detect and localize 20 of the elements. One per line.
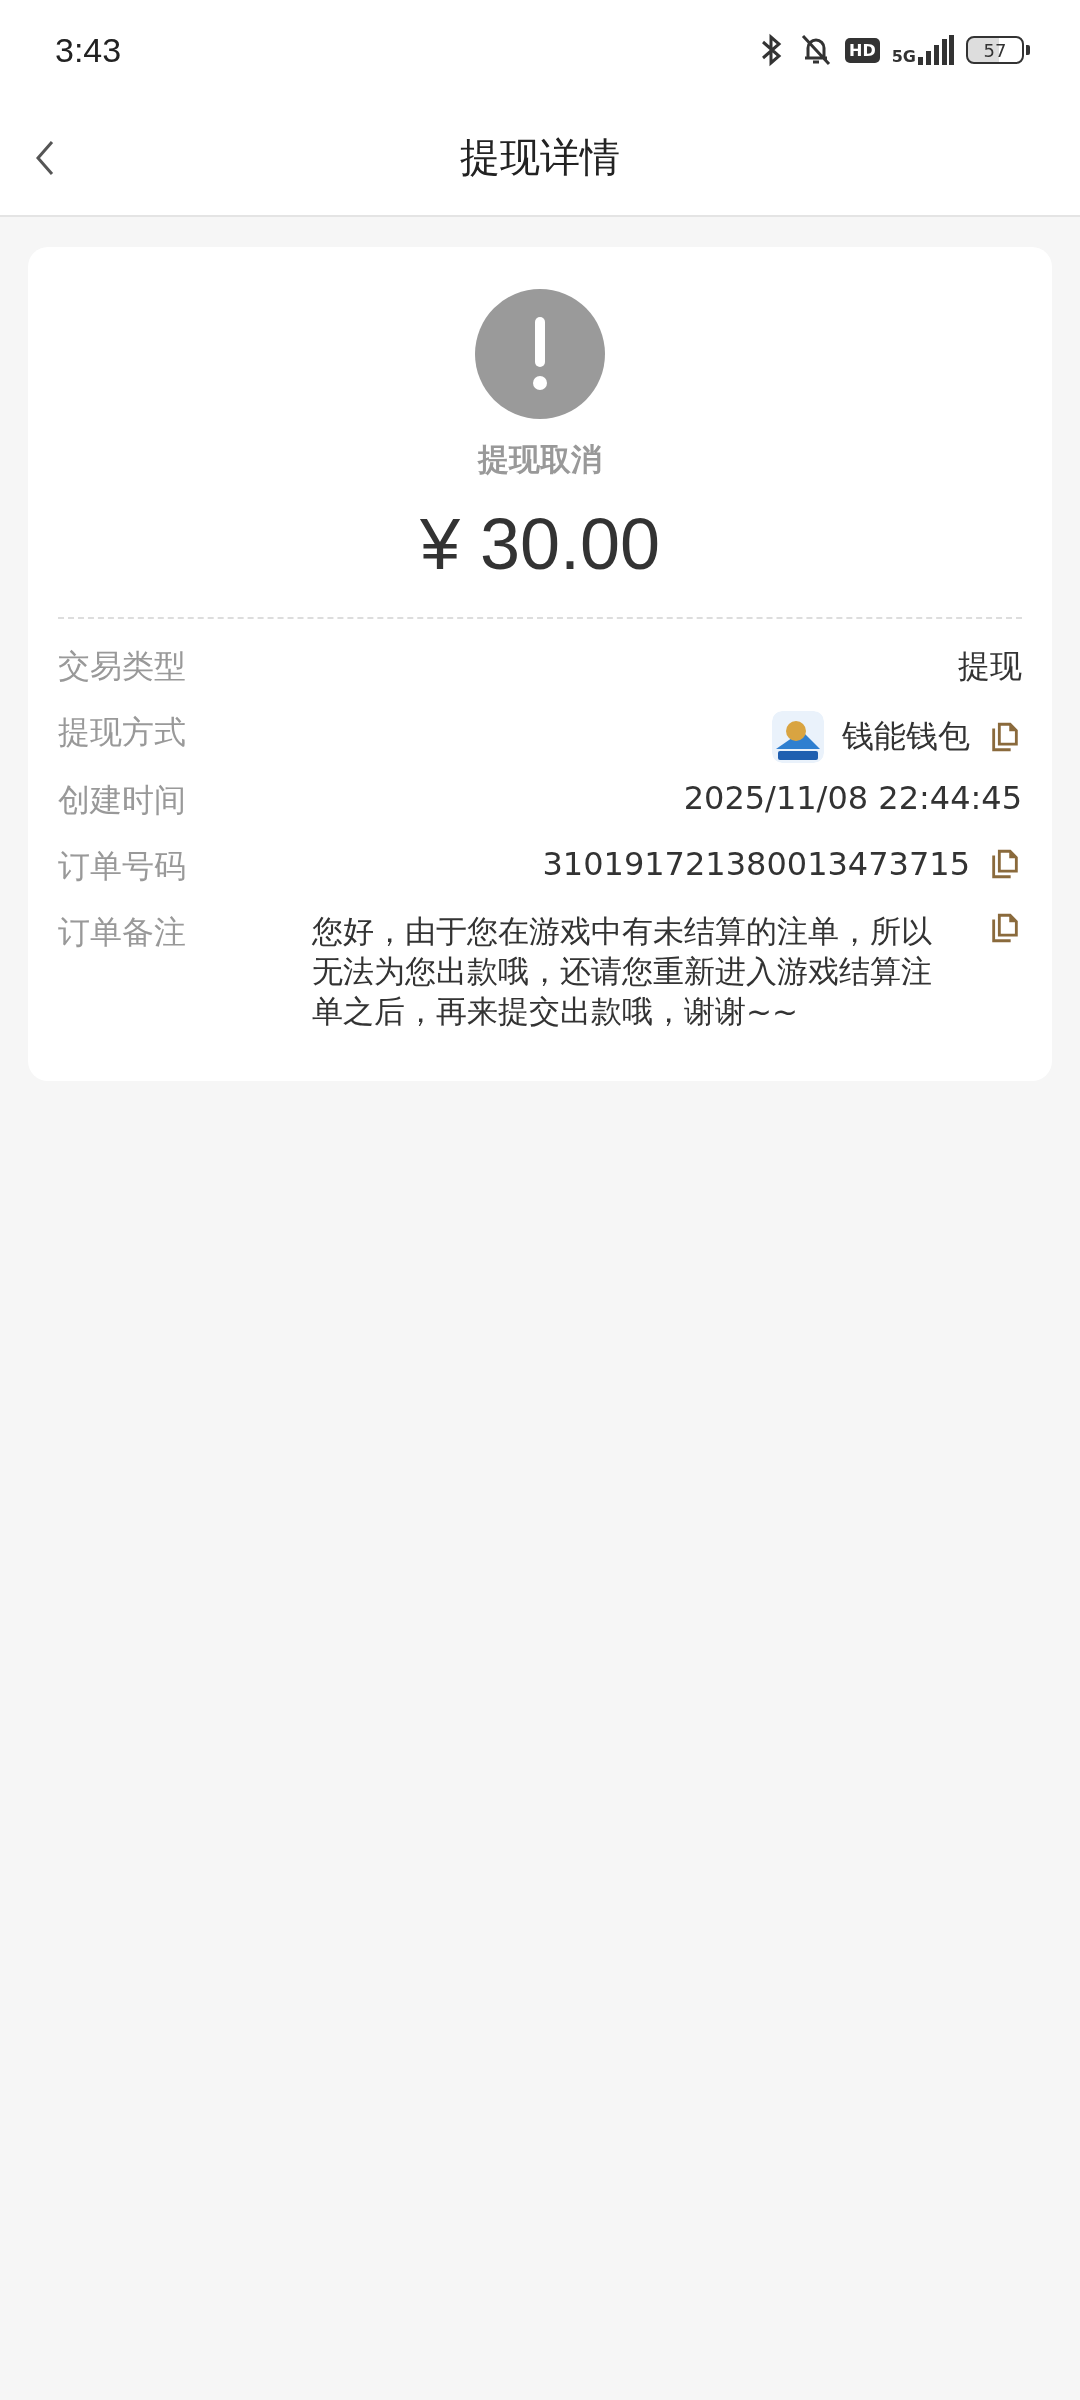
signal-icon bbox=[918, 35, 954, 65]
hd-badge: HD bbox=[845, 37, 880, 63]
field-value: 310191721380013473715 bbox=[542, 845, 970, 883]
status-text: 提现取消 bbox=[478, 440, 602, 479]
field-value: 钱能钱包 bbox=[842, 716, 970, 757]
app-logo-icon bbox=[772, 711, 824, 763]
page-title: 提现详情 bbox=[460, 133, 620, 182]
warning-icon bbox=[475, 289, 605, 419]
field-label: 交易类型 bbox=[58, 646, 186, 687]
battery-indicator: 57 bbox=[966, 36, 1024, 64]
amount-text: ¥ 30.00 bbox=[419, 503, 661, 585]
field-label: 提现方式 bbox=[58, 712, 186, 753]
field-label: 创建时间 bbox=[58, 780, 186, 821]
note-text: 您好，由于您在游戏中有未结算的注单，所以无法为您出款哦，还请您重新进入游戏结算注单之后，再来提交出款哦，谢谢~~ bbox=[312, 912, 932, 1031]
status-time: 3:43 bbox=[55, 30, 122, 70]
network-label: 5G bbox=[891, 49, 916, 65]
field-value: 提现 bbox=[958, 646, 1022, 687]
field-value: 2025/11/08 22:44:45 bbox=[683, 779, 1022, 817]
field-label: 订单备注 bbox=[58, 912, 186, 953]
field-label: 订单号码 bbox=[58, 846, 186, 887]
